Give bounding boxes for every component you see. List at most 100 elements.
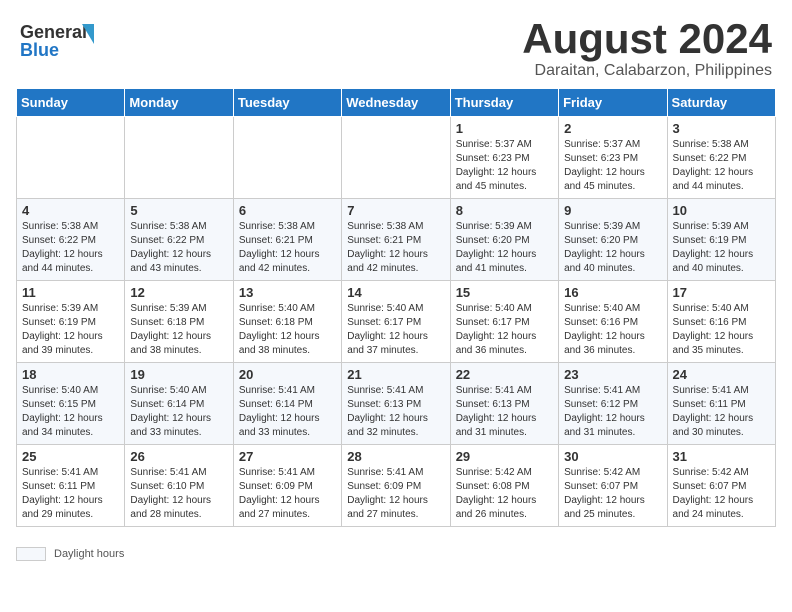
day-info: Sunrise: 5:39 AM Sunset: 6:20 PM Dayligh… <box>564 220 661 276</box>
calendar-cell: 11Sunrise: 5:39 AM Sunset: 6:19 PM Dayli… <box>17 281 125 363</box>
calendar-cell: 23 Sunrise: 5:41 AM Sunset: 6:12 PM Dayli… <box>559 363 667 445</box>
calendar-cell: 21Sunrise: 5:41 AM Sunset: 6:13 PM Dayli… <box>342 363 450 445</box>
day-info: Sunrise: 5:39 AM Sunset: 6:20 PM Dayligh… <box>456 220 553 276</box>
day-info: Sunrise: 5:40 AM Sunset: 6:17 PM Dayligh… <box>347 302 444 358</box>
day-info: Sunrise: 5:40 AM Sunset: 6:18 PM Dayligh… <box>239 302 336 358</box>
day-info: Sunrise: 5:42 AM Sunset: 6:07 PM Dayligh… <box>673 466 770 522</box>
legend-label: Daylight hours <box>54 548 124 560</box>
day-number: 25 <box>22 449 119 464</box>
calendar-cell: 8 Sunrise: 5:39 AM Sunset: 6:20 PM Daylig… <box>450 199 558 281</box>
day-number: 5 <box>130 203 227 218</box>
calendar-cell: 20 Sunrise: 5:41 AM Sunset: 6:14 PM Dayli… <box>233 363 341 445</box>
day-number: 3 <box>673 121 770 136</box>
day-number: 8 <box>456 203 553 218</box>
calendar-cell: 17Sunrise: 5:40 AM Sunset: 6:16 PM Dayli… <box>667 281 775 363</box>
calendar-cell: 18 Sunrise: 5:40 AM Sunset: 6:15 PM Dayli… <box>17 363 125 445</box>
day-number: 20 <box>239 367 336 382</box>
calendar-cell: 6 Sunrise: 5:38 AM Sunset: 6:21 PM Daylig… <box>233 199 341 281</box>
calendar-week-row: 18 Sunrise: 5:40 AM Sunset: 6:15 PM Dayli… <box>17 363 776 445</box>
day-info: Sunrise: 5:41 AM Sunset: 6:14 PM Dayligh… <box>239 384 336 440</box>
svg-text:General: General <box>20 22 87 42</box>
day-number: 2 <box>564 121 661 136</box>
day-info: Sunrise: 5:40 AM Sunset: 6:15 PM Dayligh… <box>22 384 119 440</box>
calendar-cell <box>233 117 341 199</box>
calendar-cell: 7 Sunrise: 5:38 AM Sunset: 6:21 PM Daylig… <box>342 199 450 281</box>
day-number: 21 <box>347 367 444 382</box>
day-info: Sunrise: 5:39 AM Sunset: 6:19 PM Dayligh… <box>673 220 770 276</box>
calendar-cell: 4 Sunrise: 5:38 AM Sunset: 6:22 PM Daylig… <box>17 199 125 281</box>
calendar-cell <box>342 117 450 199</box>
day-info: Sunrise: 5:38 AM Sunset: 6:22 PM Dayligh… <box>22 220 119 276</box>
day-info: Sunrise: 5:38 AM Sunset: 6:21 PM Dayligh… <box>347 220 444 276</box>
calendar-week-row: 11Sunrise: 5:39 AM Sunset: 6:19 PM Dayli… <box>17 281 776 363</box>
day-info: Sunrise: 5:38 AM Sunset: 6:22 PM Dayligh… <box>130 220 227 276</box>
calendar-cell: 14 Sunrise: 5:40 AM Sunset: 6:17 PM Dayli… <box>342 281 450 363</box>
month-year: August 2024 <box>522 16 772 62</box>
legend-box <box>16 547 46 561</box>
day-number: 10 <box>673 203 770 218</box>
location: Daraitan, Calabarzon, Philippines <box>522 62 772 80</box>
day-info: Sunrise: 5:40 AM Sunset: 6:16 PM Dayligh… <box>673 302 770 358</box>
calendar-day-header: Saturday <box>667 89 775 117</box>
calendar-day-header: Tuesday <box>233 89 341 117</box>
day-number: 22 <box>456 367 553 382</box>
day-number: 31 <box>673 449 770 464</box>
svg-text:Blue: Blue <box>20 40 59 60</box>
day-info: Sunrise: 5:41 AM Sunset: 6:13 PM Dayligh… <box>456 384 553 440</box>
day-info: Sunrise: 5:40 AM Sunset: 6:17 PM Dayligh… <box>456 302 553 358</box>
day-info: Sunrise: 5:41 AM Sunset: 6:09 PM Dayligh… <box>347 466 444 522</box>
calendar-day-header: Sunday <box>17 89 125 117</box>
day-info: Sunrise: 5:37 AM Sunset: 6:23 PM Dayligh… <box>564 138 661 194</box>
day-number: 6 <box>239 203 336 218</box>
day-number: 15 <box>456 285 553 300</box>
day-info: Sunrise: 5:40 AM Sunset: 6:16 PM Dayligh… <box>564 302 661 358</box>
calendar-cell: 15 Sunrise: 5:40 AM Sunset: 6:17 PM Dayli… <box>450 281 558 363</box>
calendar-cell: 19 Sunrise: 5:40 AM Sunset: 6:14 PM Dayli… <box>125 363 233 445</box>
calendar-cell: 30 Sunrise: 5:42 AM Sunset: 6:07 PM Dayli… <box>559 445 667 527</box>
calendar-cell: 2 Sunrise: 5:37 AM Sunset: 6:23 PM Daylig… <box>559 117 667 199</box>
calendar-cell: 9 Sunrise: 5:39 AM Sunset: 6:20 PM Daylig… <box>559 199 667 281</box>
calendar-day-header: Wednesday <box>342 89 450 117</box>
calendar-day-header: Friday <box>559 89 667 117</box>
day-number: 1 <box>456 121 553 136</box>
day-info: Sunrise: 5:42 AM Sunset: 6:08 PM Dayligh… <box>456 466 553 522</box>
day-number: 30 <box>564 449 661 464</box>
legend: Daylight hours <box>0 543 792 569</box>
calendar-header-row: SundayMondayTuesdayWednesdayThursdayFrid… <box>17 89 776 117</box>
calendar-cell: 16Sunrise: 5:40 AM Sunset: 6:16 PM Dayli… <box>559 281 667 363</box>
day-number: 23 <box>564 367 661 382</box>
calendar-cell: 22 Sunrise: 5:41 AM Sunset: 6:13 PM Dayli… <box>450 363 558 445</box>
day-info: Sunrise: 5:41 AM Sunset: 6:12 PM Dayligh… <box>564 384 661 440</box>
calendar-cell: 28 Sunrise: 5:41 AM Sunset: 6:09 PM Dayli… <box>342 445 450 527</box>
calendar-cell: 31 Sunrise: 5:42 AM Sunset: 6:07 PM Dayli… <box>667 445 775 527</box>
day-info: Sunrise: 5:41 AM Sunset: 6:11 PM Dayligh… <box>22 466 119 522</box>
calendar-day-header: Thursday <box>450 89 558 117</box>
day-number: 26 <box>130 449 227 464</box>
calendar-cell: 5 Sunrise: 5:38 AM Sunset: 6:22 PM Daylig… <box>125 199 233 281</box>
calendar-cell: 13Sunrise: 5:40 AM Sunset: 6:18 PM Dayli… <box>233 281 341 363</box>
calendar-table: SundayMondayTuesdayWednesdayThursdayFrid… <box>16 88 776 527</box>
day-number: 9 <box>564 203 661 218</box>
calendar-wrapper: SundayMondayTuesdayWednesdayThursdayFrid… <box>0 88 792 543</box>
header: General Blue August 2024 Daraitan, Calab… <box>0 0 792 88</box>
day-info: Sunrise: 5:42 AM Sunset: 6:07 PM Dayligh… <box>564 466 661 522</box>
day-number: 18 <box>22 367 119 382</box>
day-info: Sunrise: 5:40 AM Sunset: 6:14 PM Dayligh… <box>130 384 227 440</box>
day-number: 28 <box>347 449 444 464</box>
calendar-cell: 10 Sunrise: 5:39 AM Sunset: 6:19 PM Dayli… <box>667 199 775 281</box>
calendar-cell: 29 Sunrise: 5:42 AM Sunset: 6:08 PM Dayli… <box>450 445 558 527</box>
day-info: Sunrise: 5:38 AM Sunset: 6:21 PM Dayligh… <box>239 220 336 276</box>
day-info: Sunrise: 5:41 AM Sunset: 6:10 PM Dayligh… <box>130 466 227 522</box>
calendar-cell: 25 Sunrise: 5:41 AM Sunset: 6:11 PM Dayli… <box>17 445 125 527</box>
day-number: 19 <box>130 367 227 382</box>
day-number: 4 <box>22 203 119 218</box>
calendar-cell <box>17 117 125 199</box>
day-info: Sunrise: 5:39 AM Sunset: 6:19 PM Dayligh… <box>22 302 119 358</box>
day-number: 14 <box>347 285 444 300</box>
calendar-cell: 24Sunrise: 5:41 AM Sunset: 6:11 PM Dayli… <box>667 363 775 445</box>
calendar-cell: 3Sunrise: 5:38 AM Sunset: 6:22 PM Daylig… <box>667 117 775 199</box>
calendar-cell <box>125 117 233 199</box>
day-number: 7 <box>347 203 444 218</box>
day-number: 29 <box>456 449 553 464</box>
day-number: 24 <box>673 367 770 382</box>
